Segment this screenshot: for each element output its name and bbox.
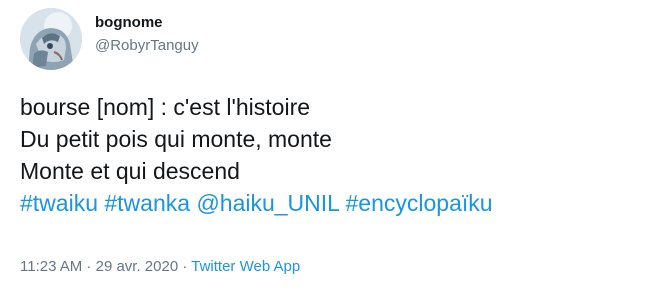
hashtag-line: #twaiku #twanka @haiku_UNIL #encyclopaïk… — [20, 187, 493, 219]
tweet-line: Monte et qui descend — [20, 158, 240, 184]
display-name[interactable]: bognome — [95, 13, 163, 33]
meta-separator: · — [82, 258, 96, 275]
tweet-meta: 11:23 AM · 29 avr. 2020 · Twitter Web Ap… — [20, 257, 300, 277]
tweet-line: Du petit pois qui monte, monte — [20, 126, 332, 152]
tweet-line: bourse [nom] : c'est l'histoire — [20, 94, 311, 120]
hashtag-link-twanka[interactable]: #twanka — [104, 190, 190, 216]
mention-link-haiku-unil[interactable]: @haiku_UNIL — [196, 190, 339, 216]
tweet-text: bourse [nom] : c'est l'histoire Du petit… — [20, 91, 493, 219]
meta-separator: · — [178, 258, 192, 275]
user-handle[interactable]: @RobyrTanguy — [95, 36, 199, 56]
tweet-card: bognome @RobyrTanguy bourse [nom] : c'es… — [0, 0, 655, 292]
avatar-illustration-icon — [20, 8, 82, 70]
tweet-date[interactable]: 29 avr. 2020 — [96, 258, 179, 275]
hashtag-link-encyclopaiku[interactable]: #encyclopaïku — [346, 190, 493, 216]
avatar[interactable] — [20, 8, 82, 70]
hashtag-link-twaiku[interactable]: #twaiku — [20, 190, 98, 216]
tweet-time[interactable]: 11:23 AM — [20, 258, 82, 275]
tweet-source-link[interactable]: Twitter Web App — [191, 258, 300, 275]
